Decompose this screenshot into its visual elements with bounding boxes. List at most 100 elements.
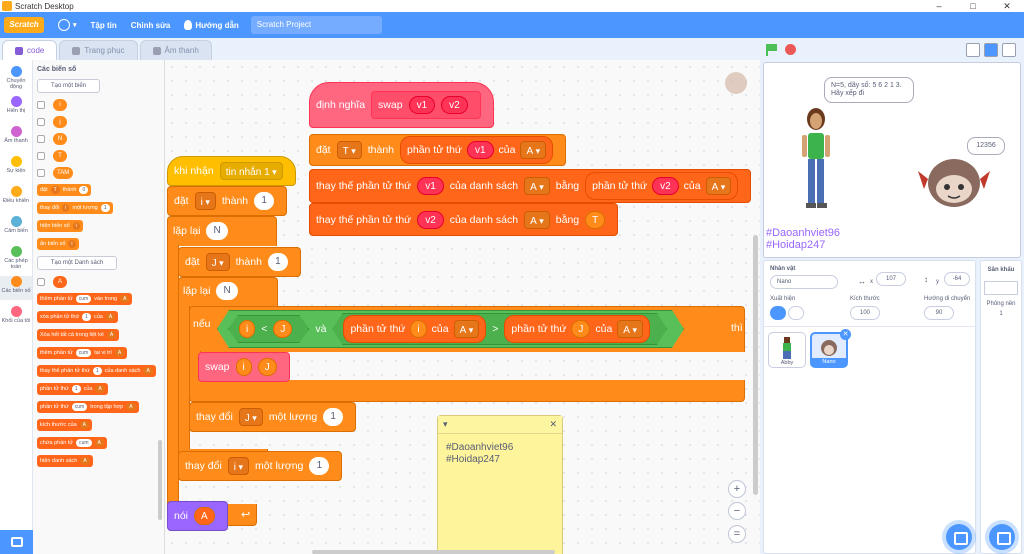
var-reporter[interactable]: i <box>239 320 255 338</box>
param-v1[interactable]: v1 <box>408 96 436 114</box>
x-input[interactable]: 107 <box>876 272 906 286</box>
zoom-out-button[interactable]: − <box>728 502 746 520</box>
list-block[interactable]: Xóa hết tất cả trong liệt kê A <box>37 329 120 341</box>
value-input[interactable]: 1 <box>323 408 344 426</box>
list-block[interactable]: thêm phần tử cum tại vị trí A <box>37 347 128 359</box>
value-input[interactable]: 1 <box>100 204 110 212</box>
param-reporter[interactable]: v1 <box>466 141 494 159</box>
workspace-scrollbar-vertical[interactable] <box>753 235 758 495</box>
tab-code[interactable]: code <box>2 40 58 60</box>
value-input[interactable]: cum <box>76 439 92 447</box>
size-input[interactable]: 100 <box>850 306 880 320</box>
value-input[interactable]: 1 <box>82 313 91 321</box>
variable-checkbox[interactable] <box>37 169 45 177</box>
list-dropdown[interactable]: A <box>617 320 643 338</box>
var-dropdown[interactable]: i <box>227 457 250 475</box>
list-block[interactable]: hiện danh sách A <box>37 455 93 467</box>
var-dropdown[interactable]: i <box>62 204 70 212</box>
set-j-block[interactable]: đặt J thành 1 <box>178 247 301 277</box>
value-input[interactable]: 1 <box>309 457 330 475</box>
var-reporter[interactable]: J <box>571 320 590 338</box>
item-of-list-reporter[interactable]: phần tử thứ J của A <box>504 315 650 343</box>
value-input[interactable]: cum <box>71 403 88 411</box>
set-variable-block[interactable]: đặt Tthành 0 <box>37 184 92 196</box>
show-eye-button[interactable] <box>770 306 786 320</box>
y-input[interactable]: -64 <box>944 272 970 286</box>
when-receive-hat[interactable]: khi nhận tin nhắn 1 <box>167 156 296 186</box>
variable-checkbox[interactable] <box>37 118 45 126</box>
var-reporter[interactable]: J <box>273 320 292 338</box>
variable-reporter[interactable]: i <box>53 99 67 111</box>
list-block[interactable]: phần tử thứ cum trong tập hợp A <box>37 401 139 413</box>
value-input[interactable]: 1 <box>92 367 102 375</box>
maximize-button[interactable]: □ <box>956 0 990 12</box>
list-dropdown[interactable]: A <box>524 210 550 229</box>
minimize-button[interactable]: – <box>922 0 956 12</box>
message-dropdown[interactable]: tin nhắn 1 <box>219 162 283 180</box>
variable-reporter[interactable]: TAM <box>53 167 74 179</box>
list-block[interactable]: phần tử thứ 1 của A <box>37 383 108 395</box>
sprite-thumb-nano[interactable]: Nano ✕ <box>810 329 851 368</box>
var-dropdown[interactable]: J <box>238 408 263 426</box>
add-extension-button[interactable] <box>0 530 33 554</box>
list-dropdown[interactable]: A <box>126 403 136 411</box>
category-7[interactable]: Các biến số <box>0 276 32 300</box>
list-dropdown[interactable]: A <box>120 295 130 303</box>
list-dropdown[interactable]: A <box>95 385 105 393</box>
var-dropdown[interactable]: i <box>194 192 216 210</box>
list-block[interactable]: thay thế phần tử thứ 1 của danh sách A <box>37 365 156 377</box>
language-menu[interactable]: ▾ <box>58 19 77 31</box>
normal-stage-button[interactable] <box>984 43 998 57</box>
tab-sounds[interactable]: Âm thanh <box>139 40 212 60</box>
stage-canvas[interactable]: N=5, dãy số: 5 6 2 1 3. Hãy xếp đi 12356… <box>763 62 1021 258</box>
variable-checkbox[interactable] <box>37 152 45 160</box>
replace-item-block-2[interactable]: thay thế phần tử thứ v2 của danh sách A … <box>309 203 619 236</box>
var-dropdown[interactable]: i <box>72 222 80 230</box>
value-input[interactable]: cum <box>75 349 92 357</box>
list-block[interactable]: kích thước của A <box>37 419 92 431</box>
param-v2[interactable]: v2 <box>441 96 468 114</box>
show-variable-block[interactable]: hiện biến số i <box>37 220 83 232</box>
small-stage-button[interactable] <box>966 43 980 57</box>
list-dropdown[interactable]: A <box>94 439 104 447</box>
direction-input[interactable]: 90 <box>924 306 954 320</box>
var-reporter[interactable]: J <box>257 358 277 376</box>
file-menu[interactable]: Tập tin <box>91 21 117 30</box>
project-title-input[interactable]: Scratch Project <box>250 16 382 34</box>
param-reporter[interactable]: v1 <box>417 177 444 195</box>
list-dropdown[interactable]: A <box>79 421 89 429</box>
add-sprite-button[interactable] <box>946 524 972 550</box>
say-block[interactable]: nói A <box>167 501 228 531</box>
make-list-button[interactable]: Tạo một Danh sách <box>37 256 117 270</box>
greater-than-operator[interactable]: phần tử thứ i của A > phần tử thứ J của … <box>332 313 667 345</box>
value-input[interactable]: 1 <box>267 253 288 271</box>
hide-variable-block[interactable]: ẩn biến số i <box>37 238 79 250</box>
item-of-list-reporter[interactable]: phần tử thứ i của A <box>343 315 486 343</box>
zoom-reset-button[interactable]: = <box>728 525 746 543</box>
hide-eye-button[interactable] <box>788 306 804 320</box>
var-dropdown[interactable]: i <box>68 240 76 248</box>
change-j-block[interactable]: thay đổi J một lượng 1 <box>189 402 357 432</box>
var-dropdown[interactable]: J <box>205 253 230 271</box>
change-variable-block[interactable]: thay đổi i một lượng 1 <box>37 202 113 214</box>
palette-scrollbar[interactable] <box>158 440 162 520</box>
item-of-list-reporter[interactable]: phần tử thứ v1 của A <box>400 136 554 164</box>
list-block[interactable]: chứa phần tử cum A <box>37 437 107 449</box>
variable-reporter[interactable]: T <box>53 150 67 162</box>
value-input[interactable]: 1 <box>254 192 275 210</box>
category-5[interactable]: Cảm biến <box>0 216 32 240</box>
swap-prototype[interactable]: swap v1 v2 <box>371 91 481 119</box>
category-6[interactable]: Các phép toán <box>0 246 32 270</box>
var-dropdown[interactable]: T <box>50 186 60 194</box>
value-input[interactable]: N <box>206 222 228 240</box>
define-block[interactable]: định nghĩa swap v1 v2 <box>309 82 494 128</box>
tab-costumes[interactable]: Trang phục <box>59 40 138 60</box>
collapse-icon[interactable]: ▾ <box>443 419 448 430</box>
abby-sprite[interactable] <box>792 105 842 215</box>
make-variable-button[interactable]: Tạo một biến <box>37 79 100 93</box>
param-reporter[interactable]: v2 <box>417 210 444 229</box>
category-4[interactable]: Điều khiển <box>0 186 32 210</box>
list-dropdown[interactable]: A <box>105 313 116 321</box>
list-reporter[interactable]: A <box>53 276 67 288</box>
less-than-operator[interactable]: i < J <box>228 315 309 343</box>
